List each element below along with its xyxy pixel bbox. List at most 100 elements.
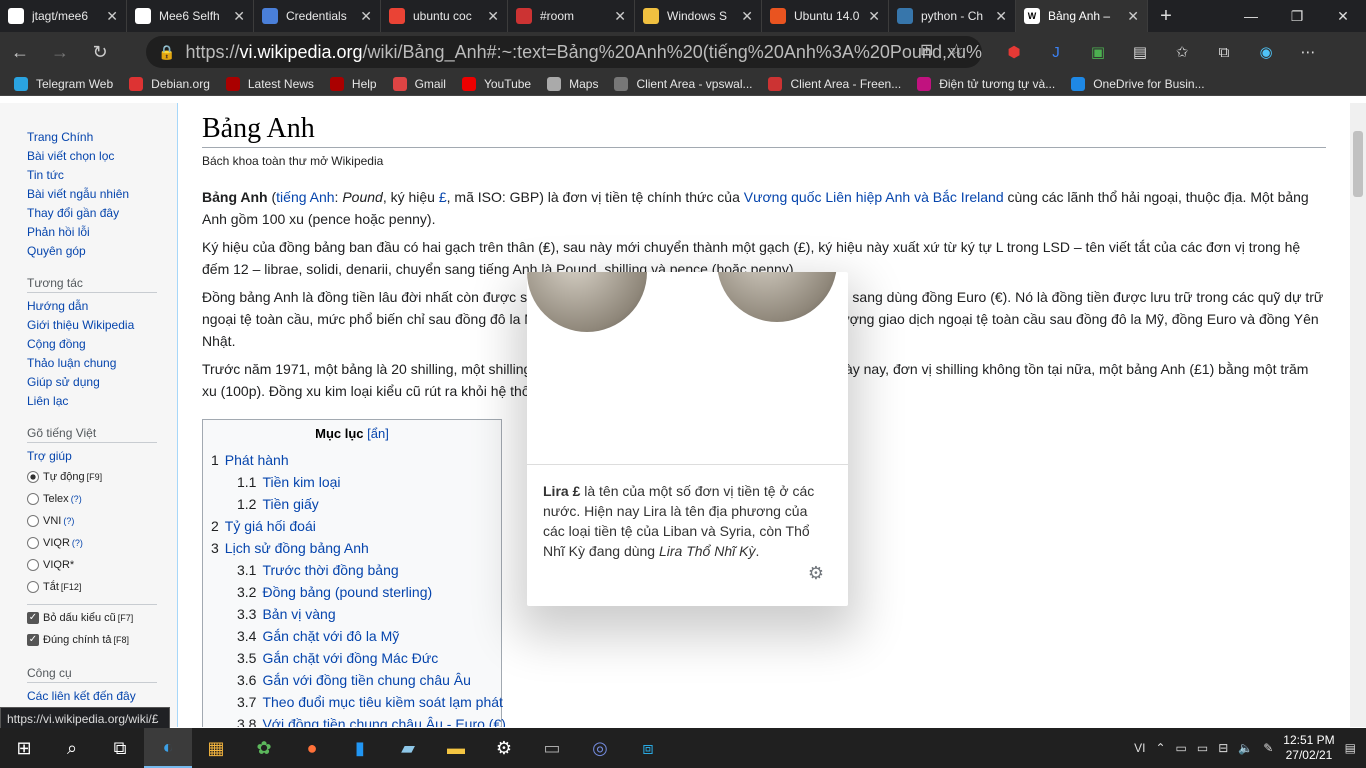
sidebar-link[interactable]: Tin tức <box>27 166 157 185</box>
typing-option-checkbox[interactable]: ✓ Bỏ dấu kiểu cũ [F7] <box>27 607 157 629</box>
phone-app-icon[interactable]: ▮ <box>336 728 384 768</box>
typing-option-checkbox[interactable]: ✓ Đúng chính tả [F8] <box>27 629 157 651</box>
notification-icon[interactable]: ▤ <box>1345 741 1356 755</box>
toc-item[interactable]: 3.5 Gắn chặt với đồng Mác Đức <box>211 647 493 669</box>
volume-icon[interactable]: 🔈 <box>1238 741 1253 755</box>
network-app-icon[interactable]: ⧈ <box>624 728 672 768</box>
toc-item[interactable]: 2 Tỷ giá hối đoái <box>211 515 493 537</box>
profile-avatar-icon[interactable]: ◉ <box>1252 38 1280 66</box>
bookmark-item[interactable]: Gmail <box>392 76 446 91</box>
clock[interactable]: 12:51 PM 27/02/21 <box>1283 733 1334 763</box>
checkbox[interactable]: ✓ <box>27 612 39 624</box>
bookmark-item[interactable]: Latest News <box>225 76 314 91</box>
close-tab-icon[interactable]: ✕ <box>1127 8 1139 25</box>
typing-mode-radio[interactable]: VIQR* <box>27 554 157 576</box>
typing-mode-radio[interactable]: Tắt [F12] <box>27 576 157 598</box>
reader-view-icon[interactable]: ⊞ <box>920 40 933 60</box>
toc-link[interactable]: Tiền kim loại <box>262 474 340 490</box>
battery-icon[interactable]: ▭ <box>1197 741 1208 755</box>
article-link[interactable]: Vương quốc Liên hiệp Anh và Bắc Ireland <box>744 189 1004 205</box>
toc-link[interactable]: Bản vị vàng <box>262 606 335 622</box>
radio-button[interactable] <box>27 537 39 549</box>
toc-link[interactable]: Tỷ giá hối đoái <box>225 518 316 534</box>
toc-link[interactable]: Phát hành <box>225 452 289 468</box>
browser-tab[interactable]: Credentials ✕ <box>254 0 381 32</box>
edge-browser-icon[interactable]: ◐ <box>144 728 192 768</box>
close-tab-icon[interactable]: ✕ <box>741 8 753 25</box>
browser-tab[interactable]: Ubuntu 14.0 ✕ <box>762 0 889 32</box>
settings-more-icon[interactable]: ⋯ <box>1294 38 1322 66</box>
favorite-star-icon[interactable]: ☆ <box>949 40 963 60</box>
typing-mode-radio[interactable]: Telex (?) <box>27 488 157 510</box>
task-view-icon[interactable]: ⧉ <box>96 728 144 768</box>
file-explorer-icon[interactable]: ▬ <box>432 728 480 768</box>
gear-icon[interactable]: ⚙ <box>808 563 824 584</box>
chevron-up-icon[interactable]: ⌃ <box>1155 741 1165 755</box>
radio-button[interactable] <box>27 581 39 593</box>
browser-tab[interactable]: python - Ch ✕ <box>889 0 1016 32</box>
toc-link[interactable]: Trước thời đồng bảng <box>262 562 398 578</box>
page-preview-popup[interactable]: Lira £ là tên của một số đơn vị tiền tệ … <box>527 272 848 606</box>
browser-tab[interactable]: Windows S ✕ <box>635 0 762 32</box>
search-icon[interactable]: ⌕ <box>48 728 96 768</box>
forward-button[interactable]: → <box>40 42 80 63</box>
sidebar-link[interactable]: Giới thiệu Wikipedia <box>27 316 157 335</box>
browser-tab[interactable]: #room ✕ <box>508 0 635 32</box>
toc-item[interactable]: 1 Phát hành <box>211 449 493 471</box>
extension-print-icon[interactable]: ▤ <box>1126 38 1154 66</box>
bookmark-item[interactable]: Telegram Web <box>14 76 113 91</box>
extension-green-icon[interactable]: ▣ <box>1084 38 1112 66</box>
settings-gear-icon[interactable]: ⚙ <box>480 728 528 768</box>
bookmark-item[interactable]: Client Area - Freen... <box>768 76 901 91</box>
close-tab-icon[interactable]: ✕ <box>487 8 499 25</box>
store-icon[interactable]: ▦ <box>192 728 240 768</box>
article-link[interactable]: £ <box>439 189 447 205</box>
browser-tab[interactable]: W Bảng Anh – ✕ <box>1016 0 1148 32</box>
sidebar-link[interactable]: Bài viết ngẫu nhiên <box>27 185 157 204</box>
toc-item[interactable]: 3.3 Bản vị vàng <box>211 603 493 625</box>
sidebar-link[interactable]: Giúp sử dụng <box>27 373 157 392</box>
toc-item[interactable]: 3.7 Theo đuổi mục tiêu kiềm soát lạm phát <box>211 691 503 713</box>
checkbox[interactable]: ✓ <box>27 634 39 646</box>
new-tab-button[interactable]: + <box>1148 5 1184 28</box>
tray-app-icon[interactable]: ▭ <box>1176 741 1187 755</box>
url-field[interactable]: 🔒 https://vi.wikipedia.org/wiki/Bảng_Anh… <box>146 36 982 68</box>
close-tab-icon[interactable]: ✕ <box>995 8 1007 25</box>
sidebar-link[interactable]: Cộng đồng <box>27 335 157 354</box>
notepad-icon[interactable]: ▰ <box>384 728 432 768</box>
bookmark-item[interactable]: Help <box>329 76 377 91</box>
toc-item[interactable]: 1.1 Tiền kim loại <box>211 471 493 493</box>
browser-tab[interactable]: jtagt/mee6 ✕ <box>0 0 127 32</box>
sidebar-link[interactable]: Thảo luận chung <box>27 354 157 373</box>
maximize-button[interactable]: ❐ <box>1274 8 1320 25</box>
bookmark-item[interactable]: Maps <box>547 76 598 91</box>
bookmark-item[interactable]: OneDrive for Busin... <box>1071 76 1205 91</box>
close-tab-icon[interactable]: ✕ <box>360 8 372 25</box>
sidebar-link[interactable]: Trang Chính <box>27 128 157 147</box>
ublock-icon[interactable]: ⬢ <box>1000 38 1028 66</box>
toc-link[interactable]: Gắn chặt với đồng Mác Đức <box>262 650 438 666</box>
discord-icon[interactable]: ◎ <box>576 728 624 768</box>
toc-link[interactable]: Gắn với đồng tiền chung châu Âu <box>262 672 470 688</box>
radio-button[interactable] <box>27 493 39 505</box>
sidebar-link[interactable]: Phản hồi lỗi <box>27 223 157 242</box>
extension-j-icon[interactable]: J <box>1042 38 1070 66</box>
toc-link[interactable]: Đồng bảng (pound sterling) <box>262 584 432 600</box>
favorites-icon[interactable]: ✩ <box>1168 38 1196 66</box>
minimize-button[interactable]: — <box>1228 8 1274 25</box>
page-scrollbar[interactable] <box>1350 103 1366 727</box>
radio-button[interactable] <box>27 471 39 483</box>
toc-item[interactable]: 3.6 Gắn với đồng tiền chung châu Âu <box>211 669 493 691</box>
language-indicator[interactable]: VI <box>1134 741 1145 755</box>
bookmark-item[interactable]: Debian.org <box>129 76 210 91</box>
toc-item[interactable]: 1.2 Tiền giấy <box>211 493 493 515</box>
bookmark-item[interactable]: YouTube <box>461 76 531 91</box>
toc-link[interactable]: Tiền giấy <box>262 496 318 512</box>
toc-link[interactable]: Theo đuổi mục tiêu kiềm soát lạm phát <box>262 694 502 710</box>
green-app-icon[interactable]: ✿ <box>240 728 288 768</box>
typing-help-link[interactable]: Trợ giúp <box>27 447 157 466</box>
sidebar-link[interactable]: Hướng dẫn <box>27 297 157 316</box>
windows-start-icon[interactable]: ⊞ <box>0 728 48 768</box>
sidebar-link[interactable]: Liên lạc <box>27 392 157 411</box>
toc-link[interactable]: Với đồng tiền chung châu Âu - Euro (€) <box>262 716 505 727</box>
